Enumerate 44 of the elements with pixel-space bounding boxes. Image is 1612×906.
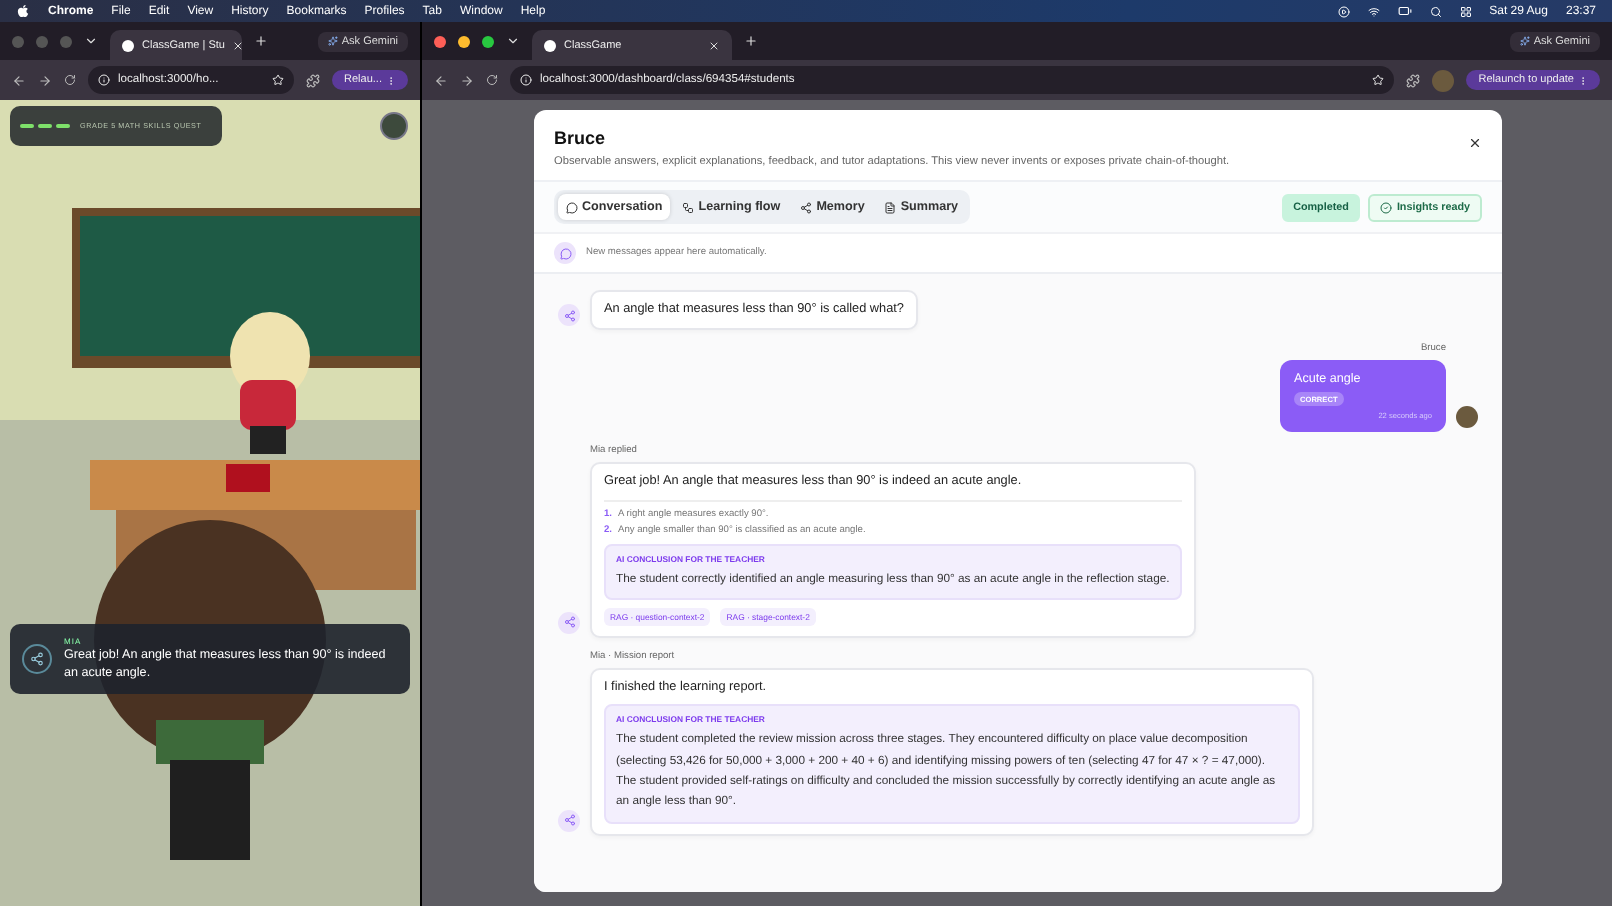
tab-icon: [682, 201, 695, 213]
apple-icon: [16, 4, 30, 18]
control-center-icon: [1459, 5, 1472, 17]
tab-list-icon: [506, 34, 520, 48]
tab-icon: [884, 201, 897, 213]
new-tab-icon: [254, 34, 268, 48]
close-tab-icon: [232, 39, 245, 51]
forward-icon: [460, 73, 474, 87]
sparkle-icon: [327, 36, 338, 46]
nodes-icon: [563, 616, 575, 629]
sparkle-icon: [1519, 36, 1530, 46]
close-icon[interactable]: [1468, 136, 1482, 150]
check-circle-icon: [1380, 201, 1393, 213]
favicon-icon: [122, 39, 134, 51]
site-info-icon[interactable]: [520, 74, 532, 86]
search-icon: [1429, 5, 1442, 17]
play-icon: [1337, 5, 1350, 17]
new-tab-icon: [744, 34, 758, 48]
zoom-window-icon[interactable]: [482, 35, 494, 47]
wifi-icon: [1367, 5, 1380, 17]
nodes-icon: [30, 652, 44, 666]
student-avatar: [1456, 406, 1478, 429]
close-tab-icon: [708, 39, 720, 51]
forward-icon: [38, 73, 52, 87]
reload-icon: [486, 74, 498, 86]
extensions-icon: [306, 73, 321, 87]
reload-icon: [64, 74, 76, 86]
site-info-icon[interactable]: [98, 74, 110, 86]
tab-icon: [800, 201, 813, 213]
bookmark-star-icon[interactable]: [272, 74, 285, 86]
nodes-icon: [563, 309, 575, 322]
nodes-icon: [563, 814, 575, 827]
extensions-icon: [1406, 73, 1421, 87]
back-icon: [434, 73, 448, 87]
dialog-title: Bruce: [554, 128, 608, 148]
tab-icon: [566, 201, 578, 213]
favicon-icon: [544, 39, 556, 51]
tab-list-icon: [84, 34, 98, 48]
back-icon: [12, 73, 26, 87]
bookmark-star-icon[interactable]: [1372, 74, 1385, 86]
chat-bubble-icon: [559, 247, 571, 259]
battery-icon: [1397, 4, 1412, 18]
minimize-window-icon[interactable]: [458, 35, 470, 47]
close-window-icon[interactable]: [434, 35, 446, 47]
